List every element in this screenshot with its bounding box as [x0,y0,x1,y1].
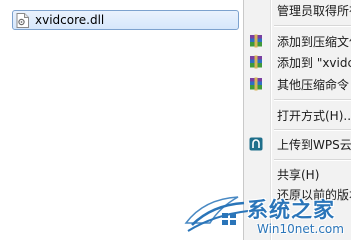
watermark-url: Win10net.com [257,222,344,236]
file-name: xvidcore.dll [35,13,105,27]
menu-item-add-to-archive[interactable]: 添加到压缩文件 [244,31,351,51]
menu-item-add-to-xvidcore-rar[interactable]: 添加到 "xvidc [244,52,351,72]
watermark-logo-icon [184,196,249,232]
watermark-title: 系统之家 [247,198,335,222]
menu-separator [274,159,351,161]
menu-item-label: 添加到压缩文件 [277,35,351,49]
menu-separator [274,129,351,131]
menu-separator [274,25,351,27]
menu-item-label: 添加到 "xvidc [277,56,351,70]
menu-separator [274,99,351,101]
menu-item-share[interactable]: 共享(H) [244,164,351,184]
winrar-icon [250,34,262,48]
winrar-icon [250,55,262,69]
menu-item-label: 共享(H) [277,168,320,182]
menu-item-other-compress-commands[interactable]: 其他压缩命令 [244,74,351,94]
file-item-xvidcore[interactable]: xvidcore.dll [12,10,239,30]
wps-cloud-icon [249,137,263,151]
menu-item-upload-wps-cloud[interactable]: 上传到WPS云 [244,134,351,154]
menu-item-label: 上传到WPS云 [277,138,351,152]
menu-item-label: 管理员取得所有 [277,4,351,18]
menu-item-open-with[interactable]: 打开方式(H)... [244,105,351,125]
dll-file-icon [16,13,29,28]
menu-item-take-ownership[interactable]: 管理员取得所有 [244,0,351,20]
menu-item-label: 其他压缩命令 [277,78,350,92]
menu-item-label: 打开方式(H)... [277,109,351,123]
winrar-icon [250,77,262,91]
